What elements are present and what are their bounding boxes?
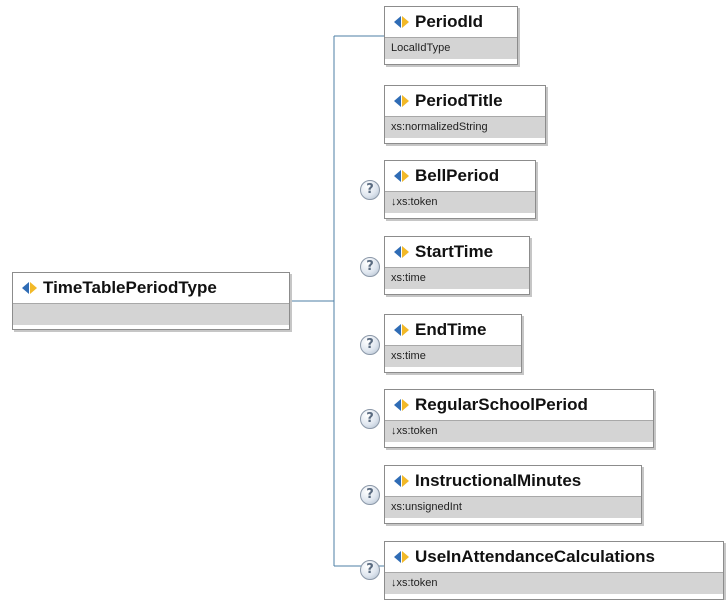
element-header: BellPeriod — [385, 161, 535, 191]
element-name: PeriodId — [415, 12, 484, 31]
element-box-start-time[interactable]: StartTime xs:time — [384, 236, 530, 295]
root-type-band — [13, 303, 289, 325]
help-icon[interactable]: ? — [360, 560, 380, 580]
element-icon — [22, 282, 37, 294]
help-icon[interactable]: ? — [360, 409, 380, 429]
element-name: UseInAttendanceCalculations — [415, 547, 655, 566]
element-name: PeriodTitle — [415, 91, 503, 110]
element-type: xs:time — [385, 345, 521, 367]
element-icon — [394, 324, 409, 336]
root-type-header: TimeTablePeriodType — [13, 273, 289, 303]
element-icon — [394, 475, 409, 487]
help-icon[interactable]: ? — [360, 257, 380, 277]
element-header: UseInAttendanceCalculations — [385, 542, 723, 572]
element-type: xs:time — [385, 267, 529, 289]
element-type: ↓xs:token — [385, 572, 723, 594]
element-icon — [394, 95, 409, 107]
element-icon — [394, 399, 409, 411]
element-icon — [394, 16, 409, 28]
element-name: StartTime — [415, 242, 494, 261]
element-box-bell-period[interactable]: BellPeriod ↓xs:token — [384, 160, 536, 219]
element-name: BellPeriod — [415, 166, 500, 185]
help-icon[interactable]: ? — [360, 485, 380, 505]
root-type-box[interactable]: TimeTablePeriodType — [12, 272, 290, 330]
element-header: PeriodTitle — [385, 86, 545, 116]
element-header: StartTime — [385, 237, 529, 267]
element-box-period-title[interactable]: PeriodTitle xs:normalizedString — [384, 85, 546, 144]
element-box-end-time[interactable]: EndTime xs:time — [384, 314, 522, 373]
root-type-name: TimeTablePeriodType — [43, 278, 217, 297]
element-header: RegularSchoolPeriod — [385, 390, 653, 420]
element-type: ↓xs:token — [385, 420, 653, 442]
element-type: ↓xs:token — [385, 191, 535, 213]
element-box-period-id[interactable]: PeriodId LocalIdType — [384, 6, 518, 65]
element-icon — [394, 246, 409, 258]
element-header: InstructionalMinutes — [385, 466, 641, 496]
element-type: xs:unsignedInt — [385, 496, 641, 518]
element-icon — [394, 170, 409, 182]
element-box-regular-school-period[interactable]: RegularSchoolPeriod ↓xs:token — [384, 389, 654, 448]
element-name: InstructionalMinutes — [415, 471, 582, 490]
element-type: LocalIdType — [385, 37, 517, 59]
help-icon[interactable]: ? — [360, 335, 380, 355]
element-box-instructional-minutes[interactable]: InstructionalMinutes xs:unsignedInt — [384, 465, 642, 524]
element-icon — [394, 551, 409, 563]
help-icon[interactable]: ? — [360, 180, 380, 200]
element-box-use-in-attendance-calculations[interactable]: UseInAttendanceCalculations ↓xs:token — [384, 541, 724, 600]
element-header: PeriodId — [385, 7, 517, 37]
element-name: EndTime — [415, 320, 487, 339]
element-name: RegularSchoolPeriod — [415, 395, 588, 414]
element-type: xs:normalizedString — [385, 116, 545, 138]
element-header: EndTime — [385, 315, 521, 345]
